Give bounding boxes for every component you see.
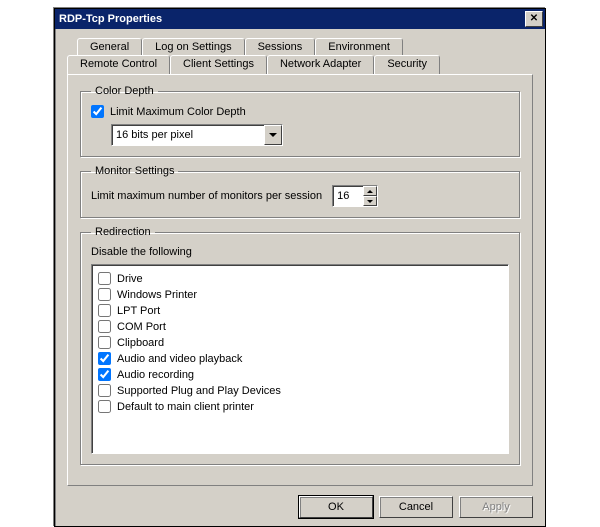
tab-network-adapter[interactable]: Network Adapter xyxy=(267,55,374,74)
group-redirection: Redirection Disable the following Drive … xyxy=(80,226,520,465)
window-title: RDP-Tcp Properties xyxy=(59,13,525,25)
list-item: Supported Plug and Play Devices xyxy=(98,384,502,397)
titlebar: RDP-Tcp Properties ✕ xyxy=(55,9,545,29)
redir-item-label: Supported Plug and Play Devices xyxy=(117,385,281,397)
dialog-button-row: OK Cancel Apply xyxy=(55,496,545,526)
close-icon: ✕ xyxy=(530,14,538,24)
tab-client-settings[interactable]: Client Settings xyxy=(170,55,267,74)
list-item: COM Port xyxy=(98,320,502,333)
redir-item-label: Clipboard xyxy=(117,337,164,349)
redir-item-label: LPT Port xyxy=(117,305,160,317)
list-item: Clipboard xyxy=(98,336,502,349)
redirection-list: Drive Windows Printer LPT Port COM Port … xyxy=(91,264,509,454)
redir-item-label: Default to main client printer xyxy=(117,401,254,413)
redir-clipboard-checkbox[interactable] xyxy=(98,336,111,349)
group-color-depth: Color Depth Limit Maximum Color Depth 16… xyxy=(80,85,520,157)
list-item: Drive xyxy=(98,272,502,285)
redir-item-label: Audio and video playback xyxy=(117,353,242,365)
color-depth-dropdown[interactable]: 16 bits per pixel xyxy=(111,124,283,146)
redir-item-label: COM Port xyxy=(117,321,166,333)
monitor-limit-label: Limit maximum number of monitors per ses… xyxy=(91,190,322,202)
list-item: Audio and video playback xyxy=(98,352,502,365)
apply-button[interactable]: Apply xyxy=(459,496,533,518)
redir-item-label: Drive xyxy=(117,273,143,285)
tab-strip: General Log on Settings Sessions Environ… xyxy=(67,37,533,486)
tab-remote-control[interactable]: Remote Control xyxy=(67,55,170,74)
chevron-down-icon[interactable] xyxy=(264,125,282,145)
redirection-legend: Redirection xyxy=(91,226,155,238)
tab-log-on-settings[interactable]: Log on Settings xyxy=(142,38,244,56)
redir-default-printer-checkbox[interactable] xyxy=(98,400,111,413)
color-depth-legend: Color Depth xyxy=(91,85,158,97)
redir-windows-printer-checkbox[interactable] xyxy=(98,288,111,301)
monitor-limit-value: 16 xyxy=(333,186,363,206)
spinner-down-icon[interactable] xyxy=(363,196,377,206)
tab-environment[interactable]: Environment xyxy=(315,38,403,56)
redir-com-port-checkbox[interactable] xyxy=(98,320,111,333)
redir-lpt-port-checkbox[interactable] xyxy=(98,304,111,317)
list-item: Default to main client printer xyxy=(98,400,502,413)
spinner-up-icon[interactable] xyxy=(363,186,377,196)
list-item: Audio recording xyxy=(98,368,502,381)
list-item: Windows Printer xyxy=(98,288,502,301)
monitor-limit-spinner[interactable]: 16 xyxy=(332,185,378,207)
rdp-tcp-properties-dialog: RDP-Tcp Properties ✕ General Log on Sett… xyxy=(54,8,546,527)
limit-color-depth-label: Limit Maximum Color Depth xyxy=(110,106,246,118)
tab-security[interactable]: Security xyxy=(374,55,440,74)
tab-sessions[interactable]: Sessions xyxy=(245,38,316,56)
redir-audio-video-playback-checkbox[interactable] xyxy=(98,352,111,365)
group-monitor-settings: Monitor Settings Limit maximum number of… xyxy=(80,165,520,218)
ok-button[interactable]: OK xyxy=(299,496,373,518)
monitor-settings-legend: Monitor Settings xyxy=(91,165,178,177)
cancel-button[interactable]: Cancel xyxy=(379,496,453,518)
redir-item-label: Audio recording xyxy=(117,369,194,381)
tab-general[interactable]: General xyxy=(77,38,142,56)
redir-audio-recording-checkbox[interactable] xyxy=(98,368,111,381)
redir-item-label: Windows Printer xyxy=(117,289,197,301)
limit-color-depth-checkbox[interactable] xyxy=(91,105,104,118)
tab-panel-client-settings: Color Depth Limit Maximum Color Depth 16… xyxy=(67,74,533,486)
redir-drive-checkbox[interactable] xyxy=(98,272,111,285)
list-item: LPT Port xyxy=(98,304,502,317)
color-depth-value: 16 bits per pixel xyxy=(112,129,264,141)
redir-pnp-devices-checkbox[interactable] xyxy=(98,384,111,397)
disable-following-label: Disable the following xyxy=(91,246,509,258)
close-button[interactable]: ✕ xyxy=(525,11,543,27)
